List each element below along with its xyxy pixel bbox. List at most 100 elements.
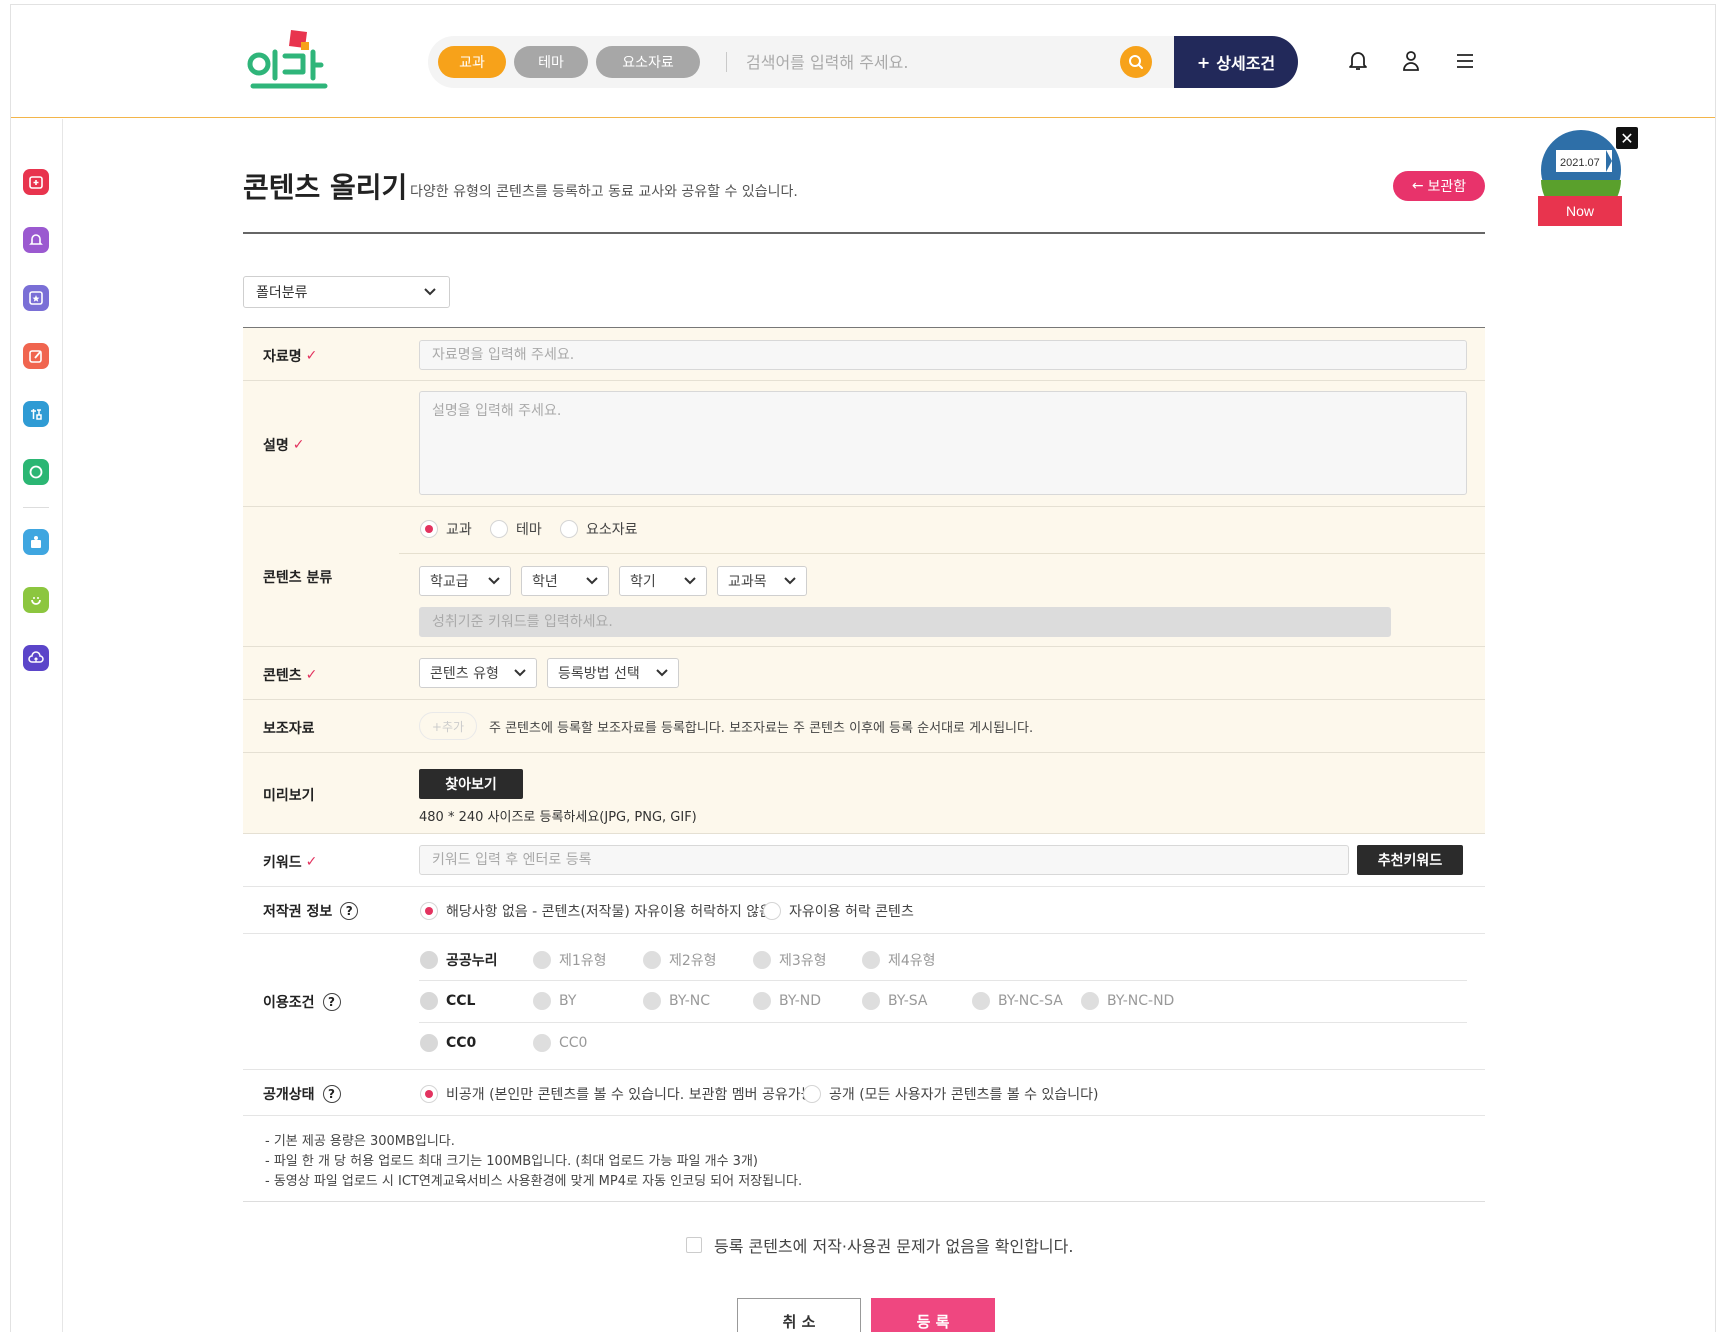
radio-button <box>643 951 661 969</box>
note-item: - 동영상 파일 업로드 시 ICT연계교육서비스 사용환경에 맞게 MP4로 … <box>265 1174 803 1189</box>
page-title: 콘텐츠 올리기 <box>243 171 408 204</box>
copyright-radio-free[interactable]: 자유이용 허락 콘텐츠 <box>763 901 914 921</box>
terms-inner-divider <box>419 1022 1467 1023</box>
folder-select[interactable]: 폴더분류 <box>243 276 450 308</box>
grade-value: 학년 <box>532 574 558 590</box>
supplement-add-button[interactable]: +추가 <box>419 712 477 740</box>
terms-cc0-option[interactable]: CC0 <box>533 1034 587 1052</box>
sidebar-item-chat[interactable] <box>23 459 49 485</box>
chevron-down-icon <box>488 577 500 585</box>
locker-button[interactable]: ← 보관함 <box>1393 171 1485 201</box>
visibility-radio-private[interactable]: 비공개 (본인만 콘텐츠를 볼 수 있습니다. 보관함 멤버 공유가능) <box>420 1084 819 1104</box>
radio-button <box>420 1034 438 1052</box>
category-radio-subject[interactable]: 교과 <box>420 519 472 539</box>
confirm-checkbox[interactable] <box>686 1237 702 1253</box>
radio-label: 테마 <box>516 522 542 538</box>
terms-ccl-by-nd[interactable]: BY-ND <box>753 992 821 1010</box>
sidebar-item-alert[interactable] <box>23 227 49 253</box>
sidebar-item-add[interactable] <box>23 169 49 195</box>
radio-button <box>420 992 438 1010</box>
terms-ccl-by-nc-sa[interactable]: BY-NC-SA <box>972 992 1063 1010</box>
submit-button[interactable]: 등 록 <box>871 1298 995 1332</box>
search-tab-theme[interactable]: 테마 <box>514 46 588 78</box>
radio-button <box>533 1034 551 1052</box>
category-radio-theme[interactable]: 테마 <box>490 519 542 539</box>
radio-button <box>753 992 771 1010</box>
school-level-select[interactable]: 학교급 <box>419 566 511 596</box>
radio-label: 제2유형 <box>669 953 717 969</box>
terms-kogl-type2[interactable]: 제2유형 <box>643 950 717 970</box>
content-label: 콘텐츠 <box>263 668 302 684</box>
sidebar-item-smile[interactable] <box>23 587 49 613</box>
notification-button[interactable] <box>1343 46 1373 76</box>
keyword-label: 키워드 <box>263 855 302 871</box>
sidebar <box>11 119 63 1332</box>
register-method-select[interactable]: 등록방법 선택 <box>547 658 679 688</box>
radio-button <box>643 992 661 1010</box>
sidebar-item-favorite[interactable] <box>23 285 49 311</box>
radio-label: CCL <box>446 993 476 1009</box>
radio-label: BY-NC <box>669 993 711 1009</box>
help-icon[interactable]: ? <box>322 993 341 1011</box>
terms-kogl-type4[interactable]: 제4유형 <box>862 950 936 970</box>
terms-kogl-type3[interactable]: 제3유형 <box>753 950 827 970</box>
user-button[interactable] <box>1396 46 1426 76</box>
content-type-select[interactable]: 콘텐츠 유형 <box>419 658 537 688</box>
terms-ccl-by-nc-nd[interactable]: BY-NC-ND <box>1081 992 1174 1010</box>
desc-label-wrap: 설명 ✓ <box>263 435 305 455</box>
terms-ccl[interactable]: CCL <box>420 992 475 1010</box>
browse-file-button[interactable]: 찾아보기 <box>419 769 523 799</box>
required-check-icon: ✓ <box>305 667 318 683</box>
cloud-upload-icon <box>28 651 44 663</box>
site-logo[interactable] <box>245 28 335 94</box>
radio-button <box>763 902 781 920</box>
detail-search-button[interactable]: + 상세조건 <box>1174 36 1298 88</box>
copyright-label: 저작권 정보 <box>263 904 333 920</box>
achievement-keyword-input[interactable] <box>419 607 1391 637</box>
radio-button <box>753 951 771 969</box>
keyword-input[interactable] <box>419 845 1349 875</box>
subject-select[interactable]: 교과목 <box>717 566 807 596</box>
help-icon[interactable]: ? <box>340 902 359 920</box>
terms-cc0[interactable]: CC0 <box>420 1034 476 1052</box>
semester-select[interactable]: 학기 <box>619 566 707 596</box>
now-badge[interactable]: 2021.07 Now <box>1538 128 1624 226</box>
visibility-radio-public[interactable]: 공개 (모든 사용자가 콘텐츠를 볼 수 있습니다) <box>803 1084 1098 1104</box>
sidebar-item-edit[interactable] <box>23 343 49 369</box>
sidebar-item-study[interactable] <box>23 401 49 427</box>
chat-icon <box>29 465 43 479</box>
visibility-label-wrap: 공개상태 ? <box>263 1084 341 1104</box>
recommended-keyword-button[interactable]: 추천키워드 <box>1357 845 1463 875</box>
title-input[interactable] <box>419 340 1467 370</box>
terms-ccl-by-sa[interactable]: BY-SA <box>862 992 928 1010</box>
menu-icon <box>1457 54 1473 68</box>
radio-label: CC0 <box>446 1035 477 1051</box>
sidebar-item-school[interactable] <box>23 529 49 555</box>
help-icon[interactable]: ? <box>322 1085 341 1103</box>
row-keyword: 키워드 ✓ 추천키워드 <box>243 834 1485 887</box>
preview-size-hint: 480 * 240 사이즈로 등록하세요(JPG, PNG, GIF) <box>419 810 697 825</box>
sidebar-item-upload[interactable] <box>23 645 49 671</box>
search-input[interactable] <box>746 48 1126 76</box>
cancel-button[interactable]: 취 소 <box>737 1298 861 1332</box>
search-tab-element[interactable]: 요소자료 <box>596 46 700 78</box>
terms-ccl-by-nc[interactable]: BY-NC <box>643 992 710 1010</box>
terms-inner-divider <box>419 980 1467 981</box>
badge-close-button[interactable]: ✕ <box>1616 127 1638 149</box>
description-textarea[interactable] <box>419 391 1467 495</box>
menu-button[interactable] <box>1450 46 1480 76</box>
terms-kogl-type1[interactable]: 제1유형 <box>533 950 607 970</box>
locker-label: 보관함 <box>1427 179 1467 195</box>
search-tab-subject[interactable]: 교과 <box>438 46 506 78</box>
terms-ccl-by[interactable]: BY <box>533 992 576 1010</box>
row-visibility: 공개상태 ? 비공개 (본인만 콘텐츠를 볼 수 있습니다. 보관함 멤버 공유… <box>243 1070 1485 1116</box>
copyright-radio-none[interactable]: 해당사항 없음 - 콘텐츠(저작물) 자유이용 허락하지 않음 <box>420 901 772 921</box>
copyright-confirm[interactable]: 등록 콘텐츠에 저작·사용권 문제가 없음을 확인합니다. <box>686 1233 1073 1257</box>
terms-kogl[interactable]: 공공누리 <box>420 950 498 970</box>
search-icon <box>1129 55 1143 69</box>
star-box-icon <box>29 291 43 305</box>
content-type-value: 콘텐츠 유형 <box>430 666 499 682</box>
search-button[interactable] <box>1120 46 1152 78</box>
category-radio-element[interactable]: 요소자료 <box>560 519 638 539</box>
grade-select[interactable]: 학년 <box>521 566 609 596</box>
